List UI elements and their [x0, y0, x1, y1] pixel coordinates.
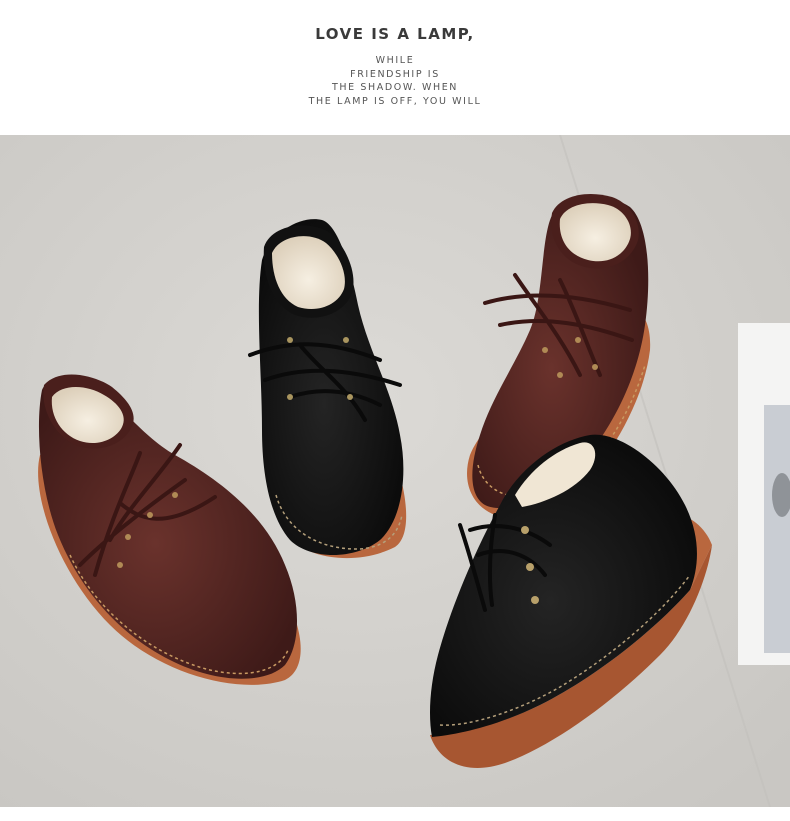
headline: LOVE IS A LAMP,	[315, 25, 475, 43]
product-photo	[0, 135, 790, 807]
tagline: WHILE FRIENDSHIP IS THE SHADOW. WHEN THE…	[0, 54, 790, 108]
tagline-line-2: FRIENDSHIP IS	[350, 68, 440, 80]
boots-illustration	[0, 135, 790, 807]
shoe-box-edge	[738, 323, 790, 665]
tagline-line-1: WHILE	[375, 55, 415, 66]
product-page: LOVE IS A LAMP, WHILE FRIENDSHIP IS THE …	[0, 0, 790, 821]
tagline-line-4: THE LAMP IS OFF, YOU WILL	[308, 95, 482, 107]
bottom-margin	[0, 807, 790, 821]
tagline-line-3: THE SHADOW. WHEN	[331, 82, 459, 93]
header: LOVE IS A LAMP, WHILE FRIENDSHIP IS THE …	[0, 0, 790, 135]
